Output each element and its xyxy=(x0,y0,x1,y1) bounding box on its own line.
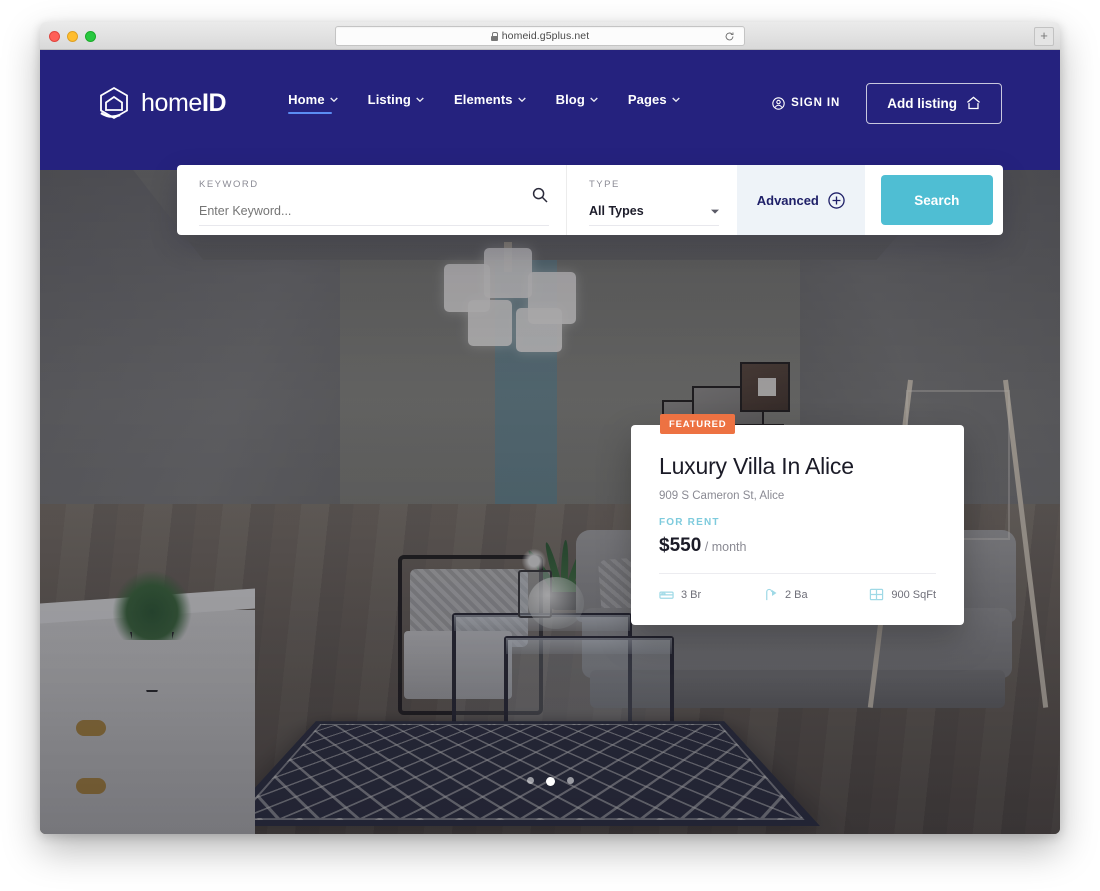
logo-text-bold: ID xyxy=(201,88,227,117)
nav-item-pages[interactable]: Pages xyxy=(628,92,680,114)
carousel-dot-3[interactable] xyxy=(566,777,574,784)
nav-label-listing: Listing xyxy=(367,92,411,107)
window-controls[interactable] xyxy=(49,31,96,42)
card-divider xyxy=(659,573,936,574)
keyword-label: KEYWORD xyxy=(199,179,259,190)
carousel-dot-2[interactable] xyxy=(545,777,555,786)
add-listing-button[interactable]: Add listing xyxy=(866,82,1002,124)
header-inner: homeID Home Listing Elements Blog Pages … xyxy=(40,72,1060,134)
user-circle-icon xyxy=(772,96,785,110)
chevron-down-icon xyxy=(671,97,680,102)
nav-label-home: Home xyxy=(288,92,325,107)
advanced-search-toggle[interactable]: Advanced xyxy=(737,165,865,235)
search-button[interactable]: Search xyxy=(880,175,993,225)
search-input[interactable] xyxy=(199,204,549,226)
property-search-bar: KEYWORD TYPE All Types Advanced Se xyxy=(177,165,1003,235)
header-actions: SIGN IN Add listing xyxy=(772,82,1002,124)
reload-icon[interactable] xyxy=(724,31,735,42)
primary-navigation: Home Listing Elements Blog Pages xyxy=(288,92,680,114)
meta-bedrooms: 3 Br xyxy=(659,587,701,602)
type-label: TYPE xyxy=(589,179,620,190)
nav-label-pages: Pages xyxy=(627,92,667,107)
browser-window: homeid.g5plus.net + homeID Home Listing … xyxy=(40,22,1060,834)
area-icon xyxy=(870,588,884,601)
site-header: homeID Home Listing Elements Blog Pages … xyxy=(40,50,1060,170)
maximize-window-button[interactable] xyxy=(85,31,96,42)
chevron-down-icon xyxy=(416,97,424,102)
url-text: homeid.g5plus.net xyxy=(501,30,590,42)
site-logo[interactable]: homeID xyxy=(98,86,227,120)
sign-in-button[interactable]: SIGN IN xyxy=(772,96,841,110)
nav-item-listing[interactable]: Listing xyxy=(368,92,424,114)
lock-icon xyxy=(490,31,499,41)
bed-icon xyxy=(659,591,674,599)
home-icon xyxy=(967,96,980,110)
browser-titlebar: homeid.g5plus.net + xyxy=(40,22,1060,50)
chevron-down-icon xyxy=(711,209,719,214)
carousel-pagination xyxy=(40,777,1060,786)
property-status-badge: FOR RENT xyxy=(659,517,720,528)
page-viewport: homeID Home Listing Elements Blog Pages … xyxy=(40,50,1060,834)
type-select[interactable]: All Types xyxy=(589,204,719,226)
new-tab-button[interactable]: + xyxy=(1034,27,1054,46)
chevron-down-icon xyxy=(517,97,526,102)
add-listing-label: Add listing xyxy=(887,95,957,111)
property-price: $550 xyxy=(659,535,702,556)
plus-circle-icon xyxy=(828,191,845,209)
minimize-window-button[interactable] xyxy=(67,31,78,42)
property-meta-row: 3 Br 2 Ba 900 SqFt xyxy=(659,587,936,602)
keyword-field-group: KEYWORD xyxy=(177,165,567,235)
nav-label-elements: Elements xyxy=(453,92,513,107)
meta-area: 900 SqFt xyxy=(869,587,936,602)
chevron-down-icon xyxy=(329,97,338,102)
nav-item-blog[interactable]: Blog xyxy=(556,92,598,114)
type-field-group: TYPE All Types xyxy=(567,165,737,235)
nav-label-blog: Blog xyxy=(555,92,585,107)
close-window-button[interactable] xyxy=(49,31,60,42)
type-select-value: All Types xyxy=(589,204,644,218)
search-icon[interactable] xyxy=(532,187,548,203)
logo-text-light: home xyxy=(141,88,202,117)
meta-area-value: 900 SqFt xyxy=(891,588,936,601)
property-address: 909 S Cameron St, Alice xyxy=(659,490,785,502)
sign-in-label: SIGN IN xyxy=(791,97,841,109)
meta-bedrooms-value: 3 Br xyxy=(681,588,702,601)
logo-text: homeID xyxy=(141,88,227,118)
meta-bathrooms-value: 2 Ba xyxy=(784,588,808,601)
chevron-down-icon xyxy=(590,97,598,102)
featured-property-card[interactable]: FEATURED Luxury Villa In Alice 909 S Cam… xyxy=(631,414,964,625)
carousel-dot-1[interactable] xyxy=(526,777,534,784)
nav-item-elements[interactable]: Elements xyxy=(454,92,526,114)
url-text-wrap: homeid.g5plus.net xyxy=(490,30,590,42)
home-logo-icon xyxy=(100,86,128,120)
nav-item-home[interactable]: Home xyxy=(288,92,338,114)
property-title: Luxury Villa In Alice xyxy=(659,453,854,479)
featured-badge: FEATURED xyxy=(660,414,736,434)
property-price-period: / month xyxy=(704,540,747,554)
advanced-label: Advanced xyxy=(756,192,819,208)
address-bar[interactable]: homeid.g5plus.net xyxy=(335,26,745,46)
property-price-wrap: $550 / month xyxy=(659,535,936,557)
meta-bathrooms: 2 Ba xyxy=(763,587,808,602)
shower-icon xyxy=(766,588,777,601)
